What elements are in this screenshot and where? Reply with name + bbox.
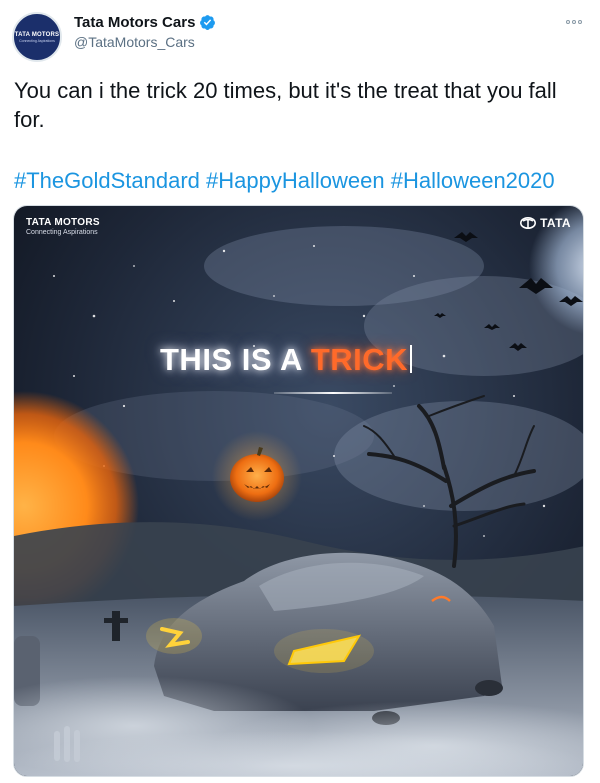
avatar[interactable]: TATA MOTORS Connecting Aspirations — [12, 12, 62, 62]
headline-underline — [274, 392, 392, 394]
media-brand-tagline: Connecting Aspirations — [26, 229, 98, 236]
avatar-brand-text: TATA MOTORS — [14, 31, 60, 38]
verified-badge-icon — [200, 15, 216, 30]
avatar-tagline-text: Connecting Aspirations — [19, 38, 55, 43]
halloween-scene-image — [14, 206, 583, 776]
headline-accent-text: TRICK — [310, 342, 409, 377]
hashtag-list: #TheGoldStandard #HappyHalloween #Hallow… — [14, 167, 555, 195]
tweet-media-image[interactable]: TATA MOTORS Connecting Aspirations TATA … — [13, 205, 584, 777]
media-tata-text: TATA — [540, 216, 571, 230]
headline-white-text: THIS IS A — [160, 342, 311, 377]
media-brand-logo: TATA MOTORS Connecting Aspirations — [26, 217, 100, 236]
media-brand-name: TATA MOTORS — [26, 217, 100, 228]
tweet-card: TATA MOTORS Connecting Aspirations Tata … — [0, 0, 600, 783]
tata-emblem-icon — [520, 217, 537, 229]
text-cursor — [410, 345, 413, 373]
author-display-name[interactable]: Tata Motors Cars — [74, 14, 216, 31]
media-tata-logo: TATA — [520, 216, 571, 230]
more-options-icon[interactable] — [564, 14, 584, 30]
media-headline: THIS IS A TRICK — [160, 342, 413, 378]
hashtag-link[interactable]: #TheGoldStandard — [14, 168, 200, 193]
author-handle[interactable]: @TataMotors_Cars — [74, 34, 195, 50]
hashtag-link[interactable]: #HappyHalloween — [206, 168, 385, 193]
tweet-text: You can i the trick 20 times, but it's t… — [14, 78, 557, 132]
hashtag-link[interactable]: #Halloween2020 — [391, 168, 555, 193]
author-name-text[interactable]: Tata Motors Cars — [74, 14, 195, 31]
